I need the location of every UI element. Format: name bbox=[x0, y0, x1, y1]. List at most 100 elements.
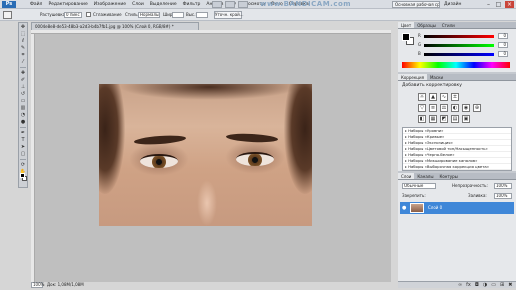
move-tool-icon[interactable]: ✥ bbox=[19, 24, 27, 30]
new-group-icon[interactable]: ▭ bbox=[491, 282, 496, 288]
lasso-tool-icon[interactable]: ℓ bbox=[19, 38, 27, 44]
opacity-input[interactable]: 100% bbox=[494, 183, 512, 189]
new-layer-icon[interactable]: ⊞ bbox=[500, 282, 504, 288]
tab-adjustments[interactable]: Коррекция bbox=[398, 74, 427, 80]
refine-edge-button[interactable]: Уточн. край... bbox=[214, 11, 244, 19]
color-balance-icon[interactable]: ⚖ bbox=[440, 104, 448, 112]
tab-paths[interactable]: Контуры bbox=[436, 173, 460, 179]
3d-rotate-tool-icon[interactable]: ⟳ bbox=[19, 162, 27, 168]
fill-input[interactable]: 100% bbox=[494, 193, 512, 199]
crop-tool-icon[interactable]: ⌗ bbox=[19, 52, 27, 58]
type-tool-icon[interactable]: T bbox=[19, 137, 27, 143]
style-select[interactable]: Нормальный bbox=[138, 12, 160, 18]
maximize-button[interactable]: □ bbox=[494, 1, 503, 8]
gradient-tool-icon[interactable]: ▥ bbox=[19, 105, 27, 111]
layer-row[interactable]: ● Слой 0 bbox=[400, 202, 514, 214]
adjustment-icons-row-2: ▽ ≡ ⚖ ◐ ◉ ⊕ bbox=[418, 104, 481, 112]
adjustment-icons-row-1: ☼ ▲ ∿ ± bbox=[418, 93, 459, 101]
menu-image[interactable]: Изображение bbox=[94, 0, 126, 9]
pen-tool-icon[interactable]: ✒ bbox=[19, 130, 27, 136]
adjustment-layer-icon[interactable]: ◑ bbox=[483, 282, 487, 288]
tab-channels[interactable]: Каналы bbox=[414, 173, 436, 179]
red-value-input[interactable]: 0 bbox=[498, 33, 508, 39]
selective-color-icon[interactable]: ▣ bbox=[462, 115, 470, 123]
zoom-input[interactable]: 100% bbox=[31, 282, 44, 288]
menu-filter[interactable]: Фильтр bbox=[183, 0, 201, 9]
tab-layers[interactable]: Слои bbox=[398, 173, 415, 179]
brush-tool-icon[interactable]: ✐ bbox=[19, 77, 27, 83]
panel-foreground-swatch[interactable] bbox=[402, 33, 410, 41]
minimize-button[interactable]: – bbox=[484, 1, 493, 8]
quick-select-tool-icon[interactable]: ✎ bbox=[19, 45, 27, 51]
green-slider[interactable]: G 0 bbox=[418, 42, 512, 48]
menu-edit[interactable]: Редактирование bbox=[48, 0, 87, 9]
menu-file[interactable]: Файл bbox=[30, 0, 42, 9]
document-size-info[interactable]: Док: 1,08М/1,08М bbox=[47, 282, 84, 288]
exposure-icon[interactable]: ± bbox=[451, 93, 459, 101]
shape-tool-icon[interactable]: ▢ bbox=[19, 151, 27, 157]
red-slider[interactable]: R 0 bbox=[418, 33, 512, 39]
visibility-eye-icon[interactable]: ● bbox=[402, 205, 408, 211]
trash-icon[interactable]: ✖ bbox=[508, 282, 512, 288]
layer-style-icon[interactable]: fx bbox=[466, 282, 471, 288]
levels-icon[interactable]: ▲ bbox=[429, 93, 437, 101]
blue-slider-track[interactable] bbox=[424, 53, 494, 56]
height-input[interactable] bbox=[196, 12, 208, 18]
feather-input[interactable]: 0 пикс bbox=[64, 12, 82, 18]
dodge-tool-icon[interactable]: ● bbox=[19, 119, 27, 125]
gradient-map-icon[interactable]: ▤ bbox=[451, 115, 459, 123]
marquee-tool-icon[interactable]: ⬚ bbox=[19, 31, 27, 37]
document-tab[interactable]: 0004e8e8-de53-48b3-a2d3-b4b7fb1.jpg @ 10… bbox=[31, 22, 199, 30]
blur-tool-icon[interactable]: ◔ bbox=[19, 112, 27, 118]
green-slider-label: G bbox=[418, 42, 422, 47]
antialias-checkbox[interactable] bbox=[86, 12, 91, 17]
minibridge-button[interactable] bbox=[225, 1, 235, 8]
preset-selective-color[interactable]: Наборы «Выборочная коррекция цвета» bbox=[403, 164, 511, 170]
clone-stamp-tool-icon[interactable]: ⊥ bbox=[19, 84, 27, 90]
eraser-tool-icon[interactable]: ▭ bbox=[19, 98, 27, 104]
menu-tool-buttons bbox=[212, 1, 248, 8]
history-brush-tool-icon[interactable]: ↺ bbox=[19, 91, 27, 97]
menu-layers[interactable]: Слои bbox=[132, 0, 144, 9]
link-layers-icon[interactable]: ∞ bbox=[458, 282, 462, 288]
layer-name[interactable]: Слой 0 bbox=[428, 202, 442, 214]
black-white-icon[interactable]: ◐ bbox=[451, 104, 459, 112]
invert-icon[interactable]: ◧ bbox=[418, 115, 426, 123]
brightness-icon[interactable]: ☼ bbox=[418, 93, 426, 101]
workspace-button[interactable]: Основная рабочая среда bbox=[392, 1, 440, 8]
tab-styles[interactable]: Стили bbox=[439, 22, 458, 28]
vibrance-icon[interactable]: ▽ bbox=[418, 104, 426, 112]
workspace-label[interactable]: Дизайн bbox=[444, 0, 461, 9]
photoshop-logo: Ps bbox=[2, 1, 16, 8]
blue-value-input[interactable]: 0 bbox=[498, 51, 508, 57]
close-button[interactable]: × bbox=[505, 1, 514, 8]
tab-color[interactable]: Цвет bbox=[398, 22, 415, 28]
tab-swatches[interactable]: Образцы bbox=[414, 22, 439, 28]
posterize-icon[interactable]: ▦ bbox=[429, 115, 437, 123]
eyes-photo[interactable] bbox=[99, 84, 312, 226]
green-value-input[interactable]: 0 bbox=[498, 42, 508, 48]
curves-icon[interactable]: ∿ bbox=[440, 93, 448, 101]
photo-filter-icon[interactable]: ◉ bbox=[462, 104, 470, 112]
channel-mixer-icon[interactable]: ⊕ bbox=[473, 104, 481, 112]
green-slider-track[interactable] bbox=[424, 44, 494, 47]
eyedropper-tool-icon[interactable]: ⁄ bbox=[19, 59, 27, 65]
path-select-tool-icon[interactable]: ➤ bbox=[19, 144, 27, 150]
hue-saturation-icon[interactable]: ≡ bbox=[429, 104, 437, 112]
zoom-level-button[interactable] bbox=[238, 1, 248, 8]
width-input[interactable] bbox=[172, 12, 184, 18]
threshold-icon[interactable]: ◩ bbox=[440, 115, 448, 123]
add-mask-icon[interactable]: ◘ bbox=[475, 282, 479, 288]
tab-masks[interactable]: Маски bbox=[427, 74, 446, 80]
menu-select[interactable]: Выделение bbox=[150, 0, 177, 9]
red-slider-track[interactable] bbox=[424, 35, 494, 38]
blend-mode-select[interactable]: Обычные bbox=[402, 183, 436, 189]
blue-slider[interactable]: B 0 bbox=[418, 51, 512, 57]
adjustment-icons-row-3: ◧ ▦ ◩ ▤ ▣ bbox=[418, 115, 470, 123]
blue-slider-label: B bbox=[418, 51, 421, 56]
bridge-button[interactable] bbox=[212, 1, 222, 8]
foreground-color-swatch[interactable] bbox=[20, 173, 25, 178]
color-spectrum-bar[interactable] bbox=[402, 62, 510, 68]
healing-brush-tool-icon[interactable]: ✚ bbox=[19, 70, 27, 76]
marquee-tool-preset-icon[interactable] bbox=[3, 11, 12, 19]
